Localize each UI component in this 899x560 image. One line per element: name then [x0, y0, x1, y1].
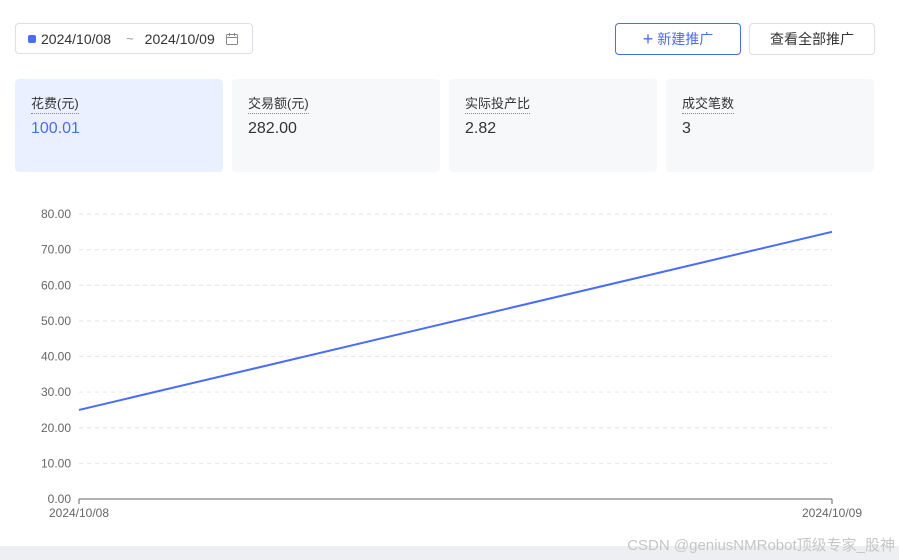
metric-card-spend[interactable]: 花费(元) 100.01 [15, 79, 223, 172]
new-promotion-label: 新建推广 [657, 31, 714, 47]
plus-icon: + [642, 29, 654, 49]
x-tick-label: 2024/10/09 [802, 506, 862, 520]
date-range-picker[interactable]: 2024/10/08 ~ 2024/10/09 [15, 23, 253, 54]
date-separator: ~ [126, 31, 134, 46]
calendar-icon[interactable] [225, 32, 239, 46]
metric-label: 交易额(元) [248, 93, 309, 114]
metric-value: 2.82 [465, 120, 497, 137]
y-tick-label: 30.00 [41, 385, 71, 399]
view-all-promotions-button[interactable]: 查看全部推广 [749, 23, 875, 55]
metric-value: 3 [682, 120, 691, 137]
view-all-label: 查看全部推广 [770, 31, 854, 47]
y-tick-label: 20.00 [41, 421, 71, 435]
metric-value: 100.01 [31, 120, 80, 137]
y-tick-label: 10.00 [41, 456, 71, 470]
metric-label: 实际投产比 [465, 93, 531, 114]
metric-label: 花费(元) [31, 93, 79, 114]
metric-value: 282.00 [248, 120, 297, 137]
end-date[interactable]: 2024/10/09 [145, 31, 215, 47]
metric-card-orders[interactable]: 成交笔数 3 [666, 79, 874, 172]
x-tick-label: 2024/10/08 [49, 506, 109, 520]
line-chart: 0.00 10.00 20.00 30.00 40.00 50.00 60.00 70.00 8… [41, 207, 862, 520]
y-tick-label: 40.00 [41, 350, 71, 364]
date-marker-icon [28, 34, 36, 43]
start-date[interactable]: 2024/10/08 [41, 31, 111, 47]
metric-card-roi[interactable]: 实际投产比 2.82 [449, 79, 657, 172]
y-tick-label: 70.00 [41, 243, 71, 257]
new-promotion-button[interactable]: + 新建推广 [615, 23, 741, 55]
watermark: CSDN @geniusNMRobot顶级专家_股神 [627, 537, 895, 554]
y-tick-label: 0.00 [48, 492, 72, 506]
y-tick-label: 60.00 [41, 278, 71, 292]
metric-card-transaction[interactable]: 交易额(元) 282.00 [232, 79, 440, 172]
y-tick-label: 50.00 [41, 314, 71, 328]
y-tick-label: 80.00 [41, 207, 71, 221]
metric-label: 成交笔数 [682, 93, 735, 114]
